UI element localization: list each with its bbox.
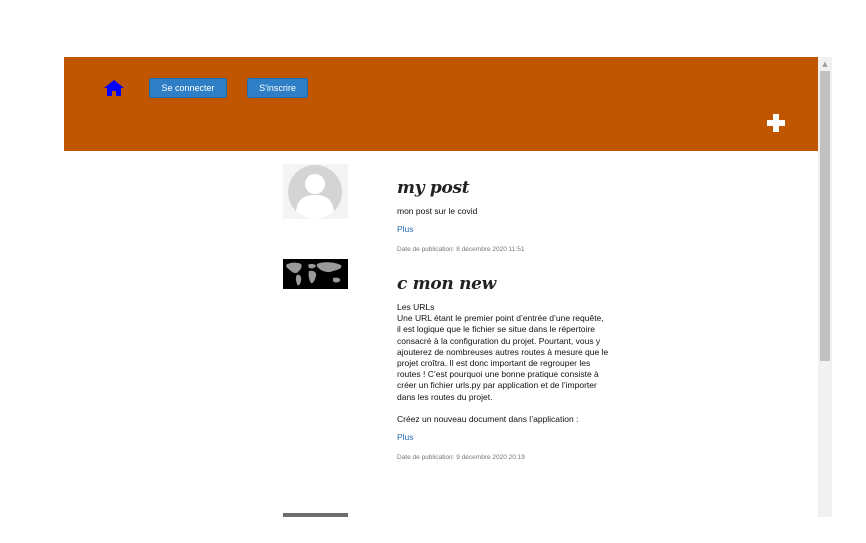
post-excerpt: Les URLs Une URL étant le premier point … — [397, 302, 609, 425]
post-date: Date de publication: 8 décembre 2020 11:… — [397, 246, 525, 254]
vertical-scrollbar[interactable]: ▲ — [818, 57, 832, 517]
post-title[interactable]: c mon new — [397, 273, 609, 295]
post-item: c mon new Les URLs Une URL étant le prem… — [397, 273, 609, 462]
post-thumbnail-world-map[interactable] — [283, 259, 348, 289]
plus-icon[interactable] — [765, 112, 787, 134]
post-title[interactable]: my post — [397, 177, 609, 199]
scrollbar-thumb[interactable] — [820, 71, 830, 361]
site-header: Se connecter S'inscrire — [64, 57, 818, 151]
page-viewport: Se connecter S'inscrire my post mon post… — [64, 57, 818, 517]
post-more-link[interactable]: Plus — [397, 224, 414, 235]
login-button[interactable]: Se connecter — [149, 78, 227, 98]
post-date: Date de publication: 9 décembre 2020 20:… — [397, 454, 525, 462]
post-thumbnail-avatar[interactable] — [283, 164, 348, 219]
signup-button[interactable]: S'inscrire — [247, 78, 308, 98]
post-item: my post mon post sur le covid Plus Date … — [397, 177, 609, 254]
post-thumbnail-partial[interactable] — [283, 513, 348, 517]
scroll-up-arrow-icon[interactable]: ▲ — [818, 59, 832, 69]
post-more-link[interactable]: Plus — [397, 432, 414, 443]
home-icon[interactable] — [104, 80, 124, 96]
post-excerpt: mon post sur le covid — [397, 206, 478, 216]
